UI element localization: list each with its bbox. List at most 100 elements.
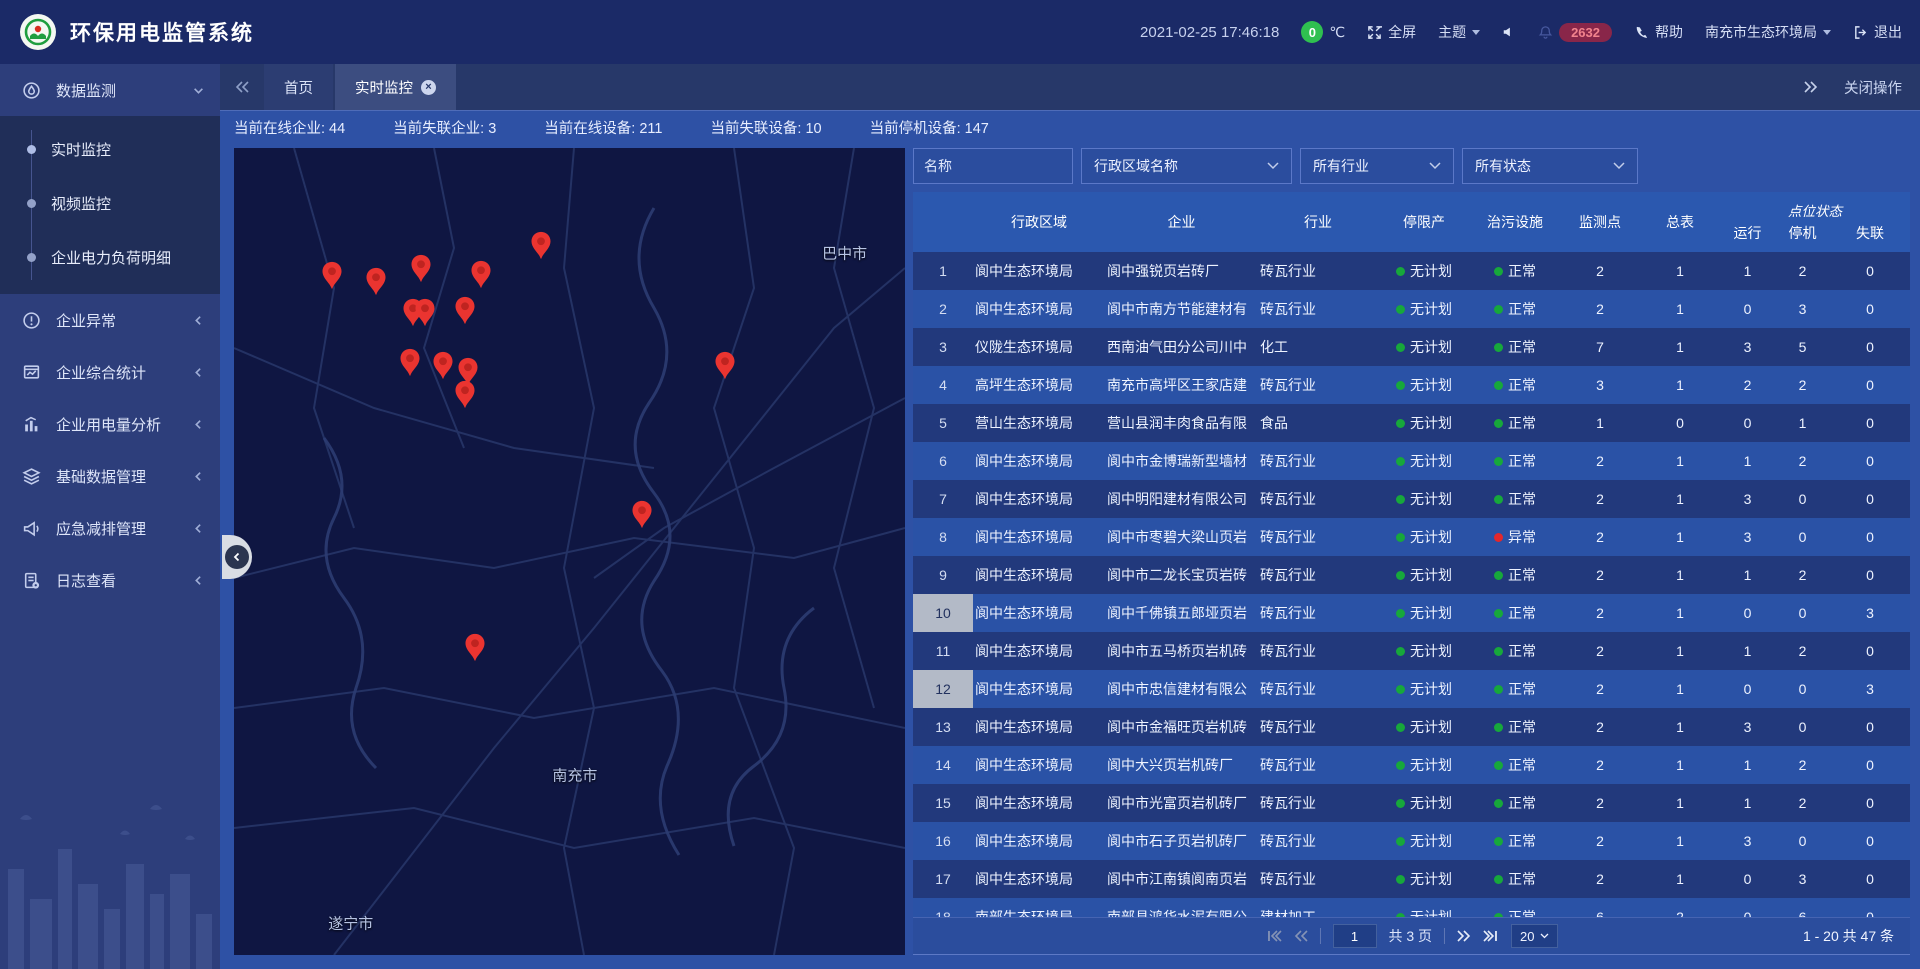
map-pin-icon[interactable] — [631, 500, 653, 529]
table-row[interactable]: 10阆中生态环境局阆中千佛镇五郎垭页岩砖瓦行业无计划正常21003 — [913, 594, 1910, 632]
theme-dropdown[interactable]: 主题 — [1438, 22, 1480, 42]
industry-select[interactable]: 所有行业 — [1300, 148, 1454, 184]
tabs-scroll-right-button[interactable] — [1804, 81, 1818, 93]
tab-home[interactable]: 首页 — [264, 64, 333, 110]
table-row[interactable]: 8阆中生态环境局阆中市枣碧大梁山页岩砖瓦行业无计划异常21300 — [913, 518, 1910, 556]
cell-industry: 食品 — [1258, 404, 1378, 442]
map-pin-icon[interactable] — [399, 348, 421, 377]
cell-lost: 0 — [1830, 366, 1910, 404]
page-number-input[interactable] — [1332, 924, 1376, 948]
map-pin-icon[interactable] — [464, 633, 486, 662]
stat-value: 147 — [965, 121, 989, 137]
cell-region: 阆中生态环境局 — [973, 518, 1105, 556]
page-size-select[interactable]: 20 — [1511, 924, 1557, 948]
table-row[interactable]: 15阆中生态环境局阆中市光富页岩机砖厂砖瓦行业无计划正常21120 — [913, 784, 1910, 822]
logout-button[interactable]: 退出 — [1853, 22, 1902, 42]
enterprise-table: 行政区域 企业 行业 停限产 治污设施 监测点 总表 运行 停机 失联 点位状态 — [913, 192, 1910, 917]
cell-lost: 0 — [1830, 708, 1910, 746]
table-row[interactable]: 12阆中生态环境局阆中市忠信建材有限公砖瓦行业无计划正常21003 — [913, 670, 1910, 708]
cell-limit-status: 无计划 — [1378, 404, 1470, 442]
map-pin-icon[interactable] — [714, 351, 736, 380]
chevron-left-icon — [193, 419, 204, 430]
status-dot-icon — [1396, 381, 1405, 390]
table-row[interactable]: 13阆中生态环境局阆中市金福旺页岩机砖砖瓦行业无计划正常21300 — [913, 708, 1910, 746]
region-select[interactable]: 行政区域名称 — [1081, 148, 1292, 184]
close-operations-button[interactable]: 关闭操作 — [1844, 77, 1902, 98]
cell-row-number: 10 — [913, 594, 973, 632]
sidebar-item-base-data[interactable]: 基础数据管理 — [0, 450, 220, 502]
tabs-scroll-left-button[interactable] — [220, 64, 264, 110]
cell-facility-status: 正常 — [1470, 670, 1560, 708]
help-button[interactable]: 帮助 — [1634, 22, 1683, 42]
sidebar-item-enterprise-abnormal[interactable]: 企业异常 — [0, 294, 220, 346]
sidebar-submenu: 实时监控视频监控企业电力负荷明细 — [0, 116, 220, 294]
cell-running: 3 — [1720, 480, 1775, 518]
chevron-down-icon — [1472, 30, 1480, 35]
sidebar-item-log-view[interactable]: 日志查看 — [0, 554, 220, 606]
cell-company: 阆中明阳建材有限公司 — [1105, 480, 1258, 518]
map-pin-icon[interactable] — [365, 267, 387, 296]
cell-running: 0 — [1720, 670, 1775, 708]
sidebar-item-emergency-reduction[interactable]: 应急减排管理 — [0, 502, 220, 554]
cell-limit-status: 无计划 — [1378, 784, 1470, 822]
name-search-input[interactable] — [913, 148, 1073, 184]
org-dropdown[interactable]: 南充市生态环境局 — [1705, 22, 1831, 42]
mute-button[interactable] — [1502, 25, 1516, 39]
industry-select-value: 所有行业 — [1313, 156, 1369, 176]
table-row[interactable]: 16阆中生态环境局阆中市石子页岩机砖厂砖瓦行业无计划正常21300 — [913, 822, 1910, 860]
notifications[interactable]: 2632 — [1538, 23, 1612, 42]
cell-limit-status: 无计划 — [1378, 708, 1470, 746]
region-select-value: 行政区域名称 — [1094, 156, 1178, 176]
cell-facility-status: 正常 — [1470, 632, 1560, 670]
sidebar-item-data-monitoring[interactable]: 数据监测 — [0, 64, 220, 116]
prev-page-button[interactable] — [1293, 930, 1307, 942]
table-row[interactable]: 2阆中生态环境局阆中市南方节能建材有砖瓦行业无计划正常21030 — [913, 290, 1910, 328]
sidebar-item-enterprise-power-analysis[interactable]: 企业用电量分析 — [0, 398, 220, 450]
map-pin-icon[interactable] — [321, 261, 343, 290]
table-row[interactable]: 9阆中生态环境局阆中市二龙长宝页岩砖砖瓦行业无计划正常21120 — [913, 556, 1910, 594]
map-pin-icon[interactable] — [454, 380, 476, 409]
table-row[interactable]: 5营山生态环境局营山县润丰肉食品有限食品无计划正常10010 — [913, 404, 1910, 442]
tab-bar: 首页实时监控× 关闭操作 — [220, 64, 1920, 110]
sidebar-item-enterprise-stats[interactable]: 企业综合统计 — [0, 346, 220, 398]
cell-stopped: 0 — [1775, 670, 1830, 708]
stats-bar: 当前在线企业:44当前失联企业:3当前在线设备:211当前失联设备:10当前停机… — [220, 110, 1920, 144]
stat-value: 10 — [805, 121, 821, 137]
status-dot-icon — [1494, 533, 1503, 542]
table-row[interactable]: 14阆中生态环境局阆中大兴页岩机砖厂砖瓦行业无计划正常21120 — [913, 746, 1910, 784]
table-row[interactable]: 17阆中生态环境局阆中市江南镇阆南页岩砖瓦行业无计划正常21030 — [913, 860, 1910, 898]
table-row[interactable]: 1阆中生态环境局阆中强锐页岩砖厂砖瓦行业无计划正常21120 — [913, 252, 1910, 290]
status-select[interactable]: 所有状态 — [1462, 148, 1638, 184]
table-row[interactable]: 3仪陇生态环境局西南油气田分公司川中化工无计划正常71350 — [913, 328, 1910, 366]
cell-facility-status: 正常 — [1470, 860, 1560, 898]
temperature-unit: ℃ — [1329, 24, 1345, 41]
sidebar-subitem-enterprise-power-load[interactable]: 企业电力负荷明细 — [0, 230, 220, 284]
table-row[interactable]: 18南部生态环境局南部县鸿华水泥有限公建材加工无计划正常62060 — [913, 898, 1910, 917]
table-row[interactable]: 7阆中生态环境局阆中明阳建材有限公司砖瓦行业无计划正常21300 — [913, 480, 1910, 518]
first-page-button[interactable] — [1265, 930, 1281, 942]
cell-row-number: 16 — [913, 822, 973, 860]
col-group-point-status: 点位状态 — [1720, 200, 1910, 220]
table-row[interactable]: 11阆中生态环境局阆中市五马桥页岩机砖砖瓦行业无计划正常21120 — [913, 632, 1910, 670]
fullscreen-button[interactable]: 全屏 — [1367, 22, 1416, 42]
map-pin-icon[interactable] — [530, 231, 552, 260]
cell-total-meters: 1 — [1640, 708, 1720, 746]
map-pin-icon[interactable] — [410, 254, 432, 283]
cell-industry: 建材加工 — [1258, 898, 1378, 917]
map-pin-icon[interactable] — [454, 296, 476, 325]
map-pin-icon[interactable] — [432, 351, 454, 380]
cell-facility-status: 异常 — [1470, 518, 1560, 556]
next-page-button[interactable] — [1457, 930, 1471, 942]
tab-close-icon[interactable]: × — [421, 80, 436, 95]
cell-running: 1 — [1720, 442, 1775, 480]
sidebar-subitem-video-monitor[interactable]: 视频监控 — [0, 176, 220, 230]
map-panel[interactable]: 巴中市南充市遂宁市 — [234, 148, 905, 955]
sidebar-subitem-realtime-monitor[interactable]: 实时监控 — [0, 122, 220, 176]
table-row[interactable]: 4高坪生态环境局南充市高坪区王家店建砖瓦行业无计划正常31220 — [913, 366, 1910, 404]
map-pin-icon[interactable] — [470, 260, 492, 289]
table-row[interactable]: 6阆中生态环境局阆中市金博瑞新型墙材砖瓦行业无计划正常21120 — [913, 442, 1910, 480]
stat-item: 当前失联企业:3 — [393, 117, 496, 138]
map-pin-icon[interactable] — [414, 298, 436, 327]
tab-realtime[interactable]: 实时监控× — [335, 64, 456, 110]
last-page-button[interactable] — [1483, 930, 1499, 942]
